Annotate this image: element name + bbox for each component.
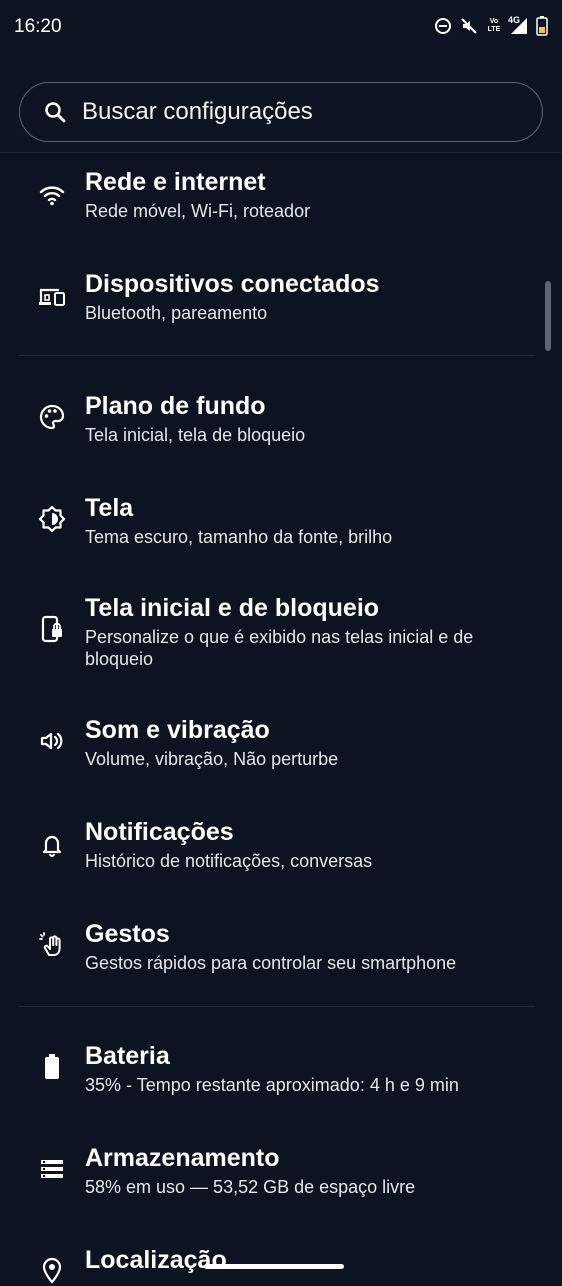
search-input[interactable]: Buscar configurações (82, 98, 313, 126)
battery-icon (536, 16, 548, 36)
wifi-icon (37, 180, 67, 210)
setting-subtitle: Bluetooth, pareamento (85, 303, 268, 323)
scrollbar[interactable] (545, 281, 551, 351)
network-label: 4G (508, 15, 521, 25)
section-divider (19, 1006, 535, 1007)
setting-title: Localização (85, 1246, 227, 1274)
setting-subtitle: Tela inicial, tela de bloqueio (85, 425, 306, 445)
connected-devices-icon (37, 282, 67, 312)
setting-subtitle: Tema escuro, tamanho da fonte, brilho (85, 527, 393, 547)
gesture-icon (37, 930, 67, 960)
volume-icon (37, 726, 67, 756)
status-bar: 16:20 Vo LTE 4G (0, 0, 562, 54)
section-divider (19, 355, 535, 356)
status-time: 16:20 (14, 16, 62, 37)
header-divider (0, 152, 562, 153)
setting-title: Armazenamento (85, 1144, 280, 1172)
setting-subtitle: Rede móvel, Wi-Fi, roteador (85, 201, 311, 221)
setting-title: Gestos (85, 920, 170, 948)
do-not-disturb-icon (434, 17, 452, 35)
volte-icon: Vo LTE (486, 18, 502, 34)
storage-icon (37, 1154, 67, 1184)
setting-title: Plano de fundo (85, 392, 266, 420)
bell-icon (37, 830, 67, 860)
setting-title: Som e vibração (85, 716, 270, 744)
4g-signal-icon: 4G (508, 15, 528, 35)
setting-subtitle: Volume, vibração, Não perturbe (85, 749, 339, 769)
setting-subtitle: Histórico de notificações, conversas (85, 851, 373, 871)
setting-title: Bateria (85, 1042, 170, 1070)
home-indicator[interactable] (204, 1264, 344, 1269)
volte-label: Vo LTE (487, 18, 501, 33)
location-icon (37, 1256, 67, 1286)
setting-subtitle: Personalize o que é exibido nas telas in… (85, 627, 474, 669)
setting-subtitle: Gestos rápidos para controlar seu smartp… (85, 953, 457, 973)
setting-title: Notificações (85, 818, 234, 846)
setting-title: Tela (85, 494, 134, 522)
setting-title: Dispositivos conectados (85, 270, 380, 298)
muted-icon (460, 17, 478, 35)
status-icons: Vo LTE 4G (434, 15, 548, 36)
setting-title: Rede e internet (85, 168, 266, 196)
search-icon (44, 101, 66, 123)
palette-icon (37, 402, 67, 432)
setting-subtitle: 35% - Tempo restante aproximado: 4 h e 9… (85, 1075, 459, 1095)
phone-lock-icon (37, 614, 67, 644)
battery-icon (37, 1052, 67, 1082)
search-bar[interactable]: Buscar configurações (19, 82, 543, 142)
brightness-icon (37, 504, 67, 534)
setting-title: Tela inicial e de bloqueio (85, 594, 380, 622)
setting-subtitle: 58% em uso — 53,52 GB de espaço livre (85, 1177, 416, 1197)
